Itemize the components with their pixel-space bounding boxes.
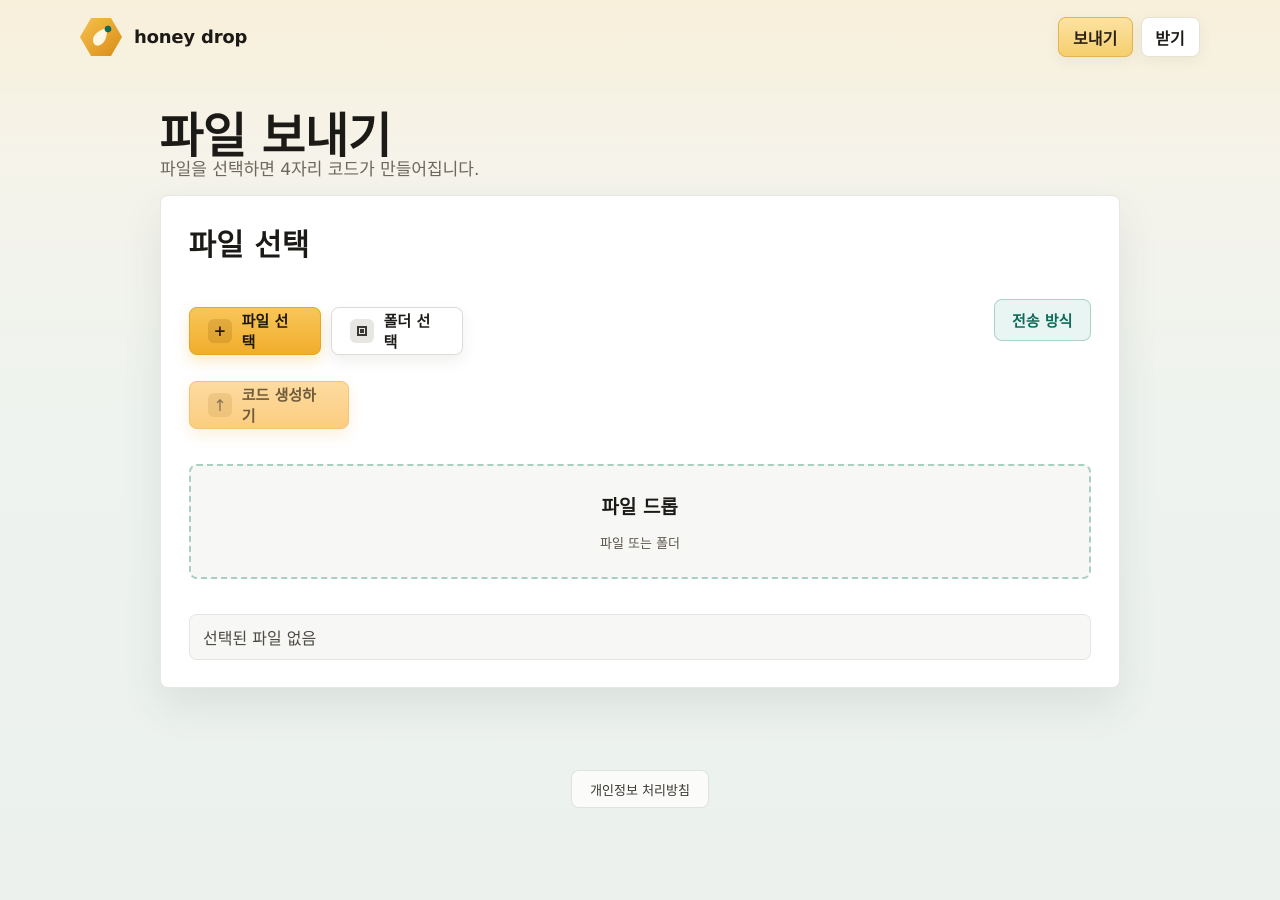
- generate-code-button[interactable]: ↑ 코드 생성하기: [189, 381, 349, 429]
- card-title: 파일 선택: [189, 228, 310, 263]
- main-nav: 보내기 받기: [1058, 17, 1200, 57]
- folder-icon: [350, 319, 374, 343]
- plus-icon: +: [208, 319, 232, 343]
- page-subtitle: 파일을 선택하면 4자리 코드가 만들어집니다.: [160, 160, 480, 180]
- select-folder-button[interactable]: 폴더 선택: [331, 307, 463, 355]
- transfer-mode-button[interactable]: 전송 방식: [994, 299, 1091, 341]
- nav-send-button[interactable]: 보내기: [1058, 17, 1133, 57]
- select-file-label: 파일 선택: [241, 312, 289, 351]
- generate-code-label: 코드 생성하기: [242, 386, 317, 425]
- select-file-button[interactable]: + 파일 선택: [189, 307, 321, 355]
- dropzone-title: 파일 드롭: [601, 495, 679, 518]
- dropzone-hint: 파일 또는 폴더: [599, 536, 681, 552]
- brand[interactable]: honey drop: [80, 16, 247, 58]
- privacy-policy-link[interactable]: 개인정보 처리방침: [571, 770, 709, 808]
- nav-receive-button[interactable]: 받기: [1140, 17, 1200, 57]
- brand-name: honey drop: [134, 26, 248, 48]
- select-folder-label: 폴더 선택: [383, 312, 431, 351]
- honey-drop-logo-icon: [80, 16, 122, 58]
- upload-arrow-icon: ↑: [208, 393, 232, 417]
- top-bar: honey drop 보내기 받기: [80, 16, 1200, 58]
- file-dropzone[interactable]: 파일 드롭 파일 또는 폴더: [189, 464, 1091, 579]
- file-select-card: 파일 선택 + 파일 선택 폴더 선택 전송 방식 ↑ 코드 생성하기 파일 드…: [160, 195, 1120, 688]
- selected-files-status: 선택된 파일 없음: [189, 614, 1091, 660]
